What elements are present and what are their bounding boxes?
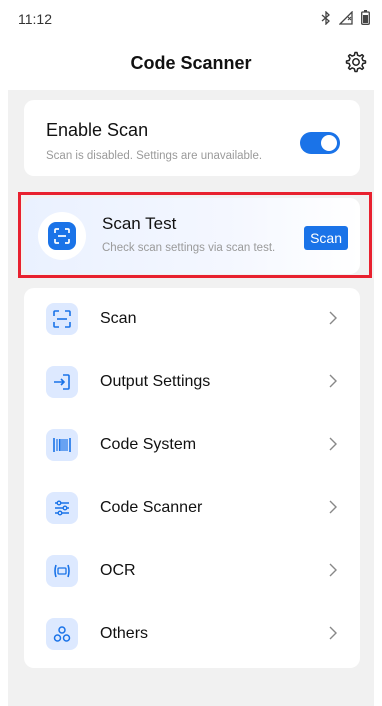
ocr-icon	[46, 555, 78, 587]
list-item-label: Scan	[100, 310, 137, 327]
list-item-code-system[interactable]: Code System	[24, 414, 360, 477]
settings-button[interactable]	[342, 50, 370, 78]
highlight-box	[18, 192, 372, 278]
chevron-right-icon	[328, 562, 338, 583]
list-item-scan[interactable]: Scan	[24, 288, 360, 351]
others-icon	[46, 618, 78, 650]
enable-scan-card: Enable Scan Scan is disabled. Settings a…	[24, 100, 360, 176]
gear-icon	[344, 50, 368, 79]
list-item-ocr[interactable]: OCR	[24, 540, 360, 603]
chevron-right-icon	[328, 625, 338, 646]
chevron-right-icon	[328, 436, 338, 457]
status-time: 11:12	[18, 11, 52, 27]
battery-icon	[361, 10, 370, 25]
signal-icon	[339, 10, 353, 25]
barcode-icon	[46, 429, 78, 461]
bluetooth-icon	[321, 10, 331, 25]
scan-frame-icon	[46, 303, 78, 335]
settings-list: Scan Output Settings Code System Code Sc…	[24, 288, 360, 668]
list-item-label: Code Scanner	[100, 499, 203, 516]
output-arrow-icon	[46, 366, 78, 398]
chevron-right-icon	[328, 310, 338, 331]
app-bar: Code Scanner	[0, 40, 382, 88]
chevron-right-icon	[328, 499, 338, 520]
list-item-others[interactable]: Others	[24, 603, 360, 666]
enable-scan-subtitle: Scan is disabled. Settings are unavailab…	[46, 150, 263, 162]
status-icons	[321, 10, 370, 25]
status-bar: 11:12	[0, 0, 382, 40]
list-item-code-scanner[interactable]: Code Scanner	[24, 477, 360, 540]
list-item-label: Code System	[100, 436, 197, 453]
content-area: Enable Scan Scan is disabled. Settings a…	[8, 90, 374, 706]
chevron-right-icon	[328, 373, 338, 394]
list-item-label: Output Settings	[100, 373, 211, 390]
page-title: Code Scanner	[130, 53, 252, 73]
sliders-icon	[46, 492, 78, 524]
list-item-output-settings[interactable]: Output Settings	[24, 351, 360, 414]
enable-scan-title: Enable Scan	[46, 120, 149, 140]
enable-scan-toggle[interactable]	[300, 132, 340, 154]
list-item-label: Others	[100, 625, 149, 642]
list-item-label: OCR	[100, 562, 136, 579]
toggle-knob	[321, 135, 337, 151]
